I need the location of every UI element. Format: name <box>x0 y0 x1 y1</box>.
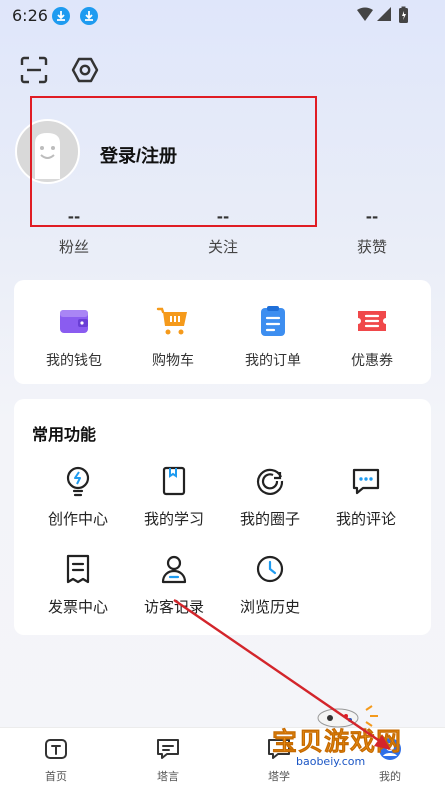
function-label: 我的评论 <box>335 510 396 528</box>
hexagon-settings-icon[interactable] <box>70 55 100 85</box>
stat-value: -- <box>67 208 81 226</box>
orders-label: 我的订单 <box>245 353 301 369</box>
lightbulb-icon <box>62 465 94 497</box>
orders-button[interactable]: 我的订单 <box>223 304 323 370</box>
stat-value: -- <box>216 208 230 226</box>
creation-center-button[interactable]: 创作中心 <box>30 465 126 529</box>
stat-fans[interactable]: -- 粉丝 <box>24 208 124 257</box>
message-icon <box>155 736 181 762</box>
comment-icon <box>350 465 382 497</box>
visitor-record-button[interactable]: 访客记录 <box>126 553 222 617</box>
function-label: 访客记录 <box>143 598 204 616</box>
function-label: 我的圈子 <box>239 510 300 528</box>
invoice-center-button[interactable]: 发票中心 <box>30 553 126 617</box>
browse-history-button[interactable]: 浏览历史 <box>222 553 318 617</box>
system-status-icons <box>355 6 415 28</box>
section-title: 常用功能 <box>32 425 97 444</box>
signal-icon <box>377 7 391 21</box>
wallet-icon <box>57 304 91 338</box>
coupon-button[interactable]: 优惠券 <box>322 304 422 370</box>
function-label: 浏览历史 <box>239 598 300 616</box>
visitor-icon <box>158 553 190 585</box>
tab-label: 首页 <box>45 770 67 783</box>
order-icon <box>256 304 290 338</box>
my-comments-button[interactable]: 我的评论 <box>318 465 414 529</box>
function-label: 我的学习 <box>143 510 204 528</box>
book-icon <box>158 465 190 497</box>
stat-value: -- <box>365 208 379 226</box>
function-label: 创作中心 <box>47 510 108 528</box>
watermark-text: 宝贝游戏网 <box>272 727 403 757</box>
tab-label: 塔言 <box>157 770 179 783</box>
cart-label: 购物车 <box>152 353 194 369</box>
tab-tayan[interactable]: 塔言 <box>128 736 208 784</box>
tab-home[interactable]: 首页 <box>16 736 96 784</box>
circle-icon <box>254 465 286 497</box>
stat-following[interactable]: -- 关注 <box>173 208 273 257</box>
home-icon <box>43 736 69 762</box>
stat-label: 粉丝 <box>58 238 89 256</box>
clock-icon <box>254 553 286 585</box>
stat-label: 获赞 <box>356 238 387 256</box>
invoice-icon <box>62 553 94 585</box>
status-time: 6:26 <box>12 6 48 25</box>
quick-actions-card: 我的钱包 购物车 我的订单 优惠券 <box>14 280 431 384</box>
wallet-label: 我的钱包 <box>46 353 102 369</box>
cart-button[interactable]: 购物车 <box>123 304 223 370</box>
coupon-icon <box>355 304 389 338</box>
coupon-label: 优惠券 <box>351 353 393 369</box>
function-label: 发票中心 <box>47 598 108 616</box>
cart-icon <box>156 304 190 338</box>
wallet-button[interactable]: 我的钱包 <box>24 304 124 370</box>
status-bar: 6:26 <box>0 0 445 32</box>
my-circle-button[interactable]: 我的圈子 <box>222 465 318 529</box>
common-functions-card: 常用功能 创作中心 我的学习 我的圈子 我的评论 发票中心 访客记录 浏览历史 <box>14 399 431 635</box>
stat-label: 关注 <box>207 238 238 256</box>
my-learning-button[interactable]: 我的学习 <box>126 465 222 529</box>
watermark-url: baobeiy.com <box>296 755 366 768</box>
scan-icon[interactable] <box>19 55 49 85</box>
download-notification-icon <box>52 7 70 25</box>
stat-likes[interactable]: -- 获赞 <box>322 208 422 257</box>
download-notification-icon <box>80 7 98 25</box>
wifi-icon <box>357 7 373 21</box>
